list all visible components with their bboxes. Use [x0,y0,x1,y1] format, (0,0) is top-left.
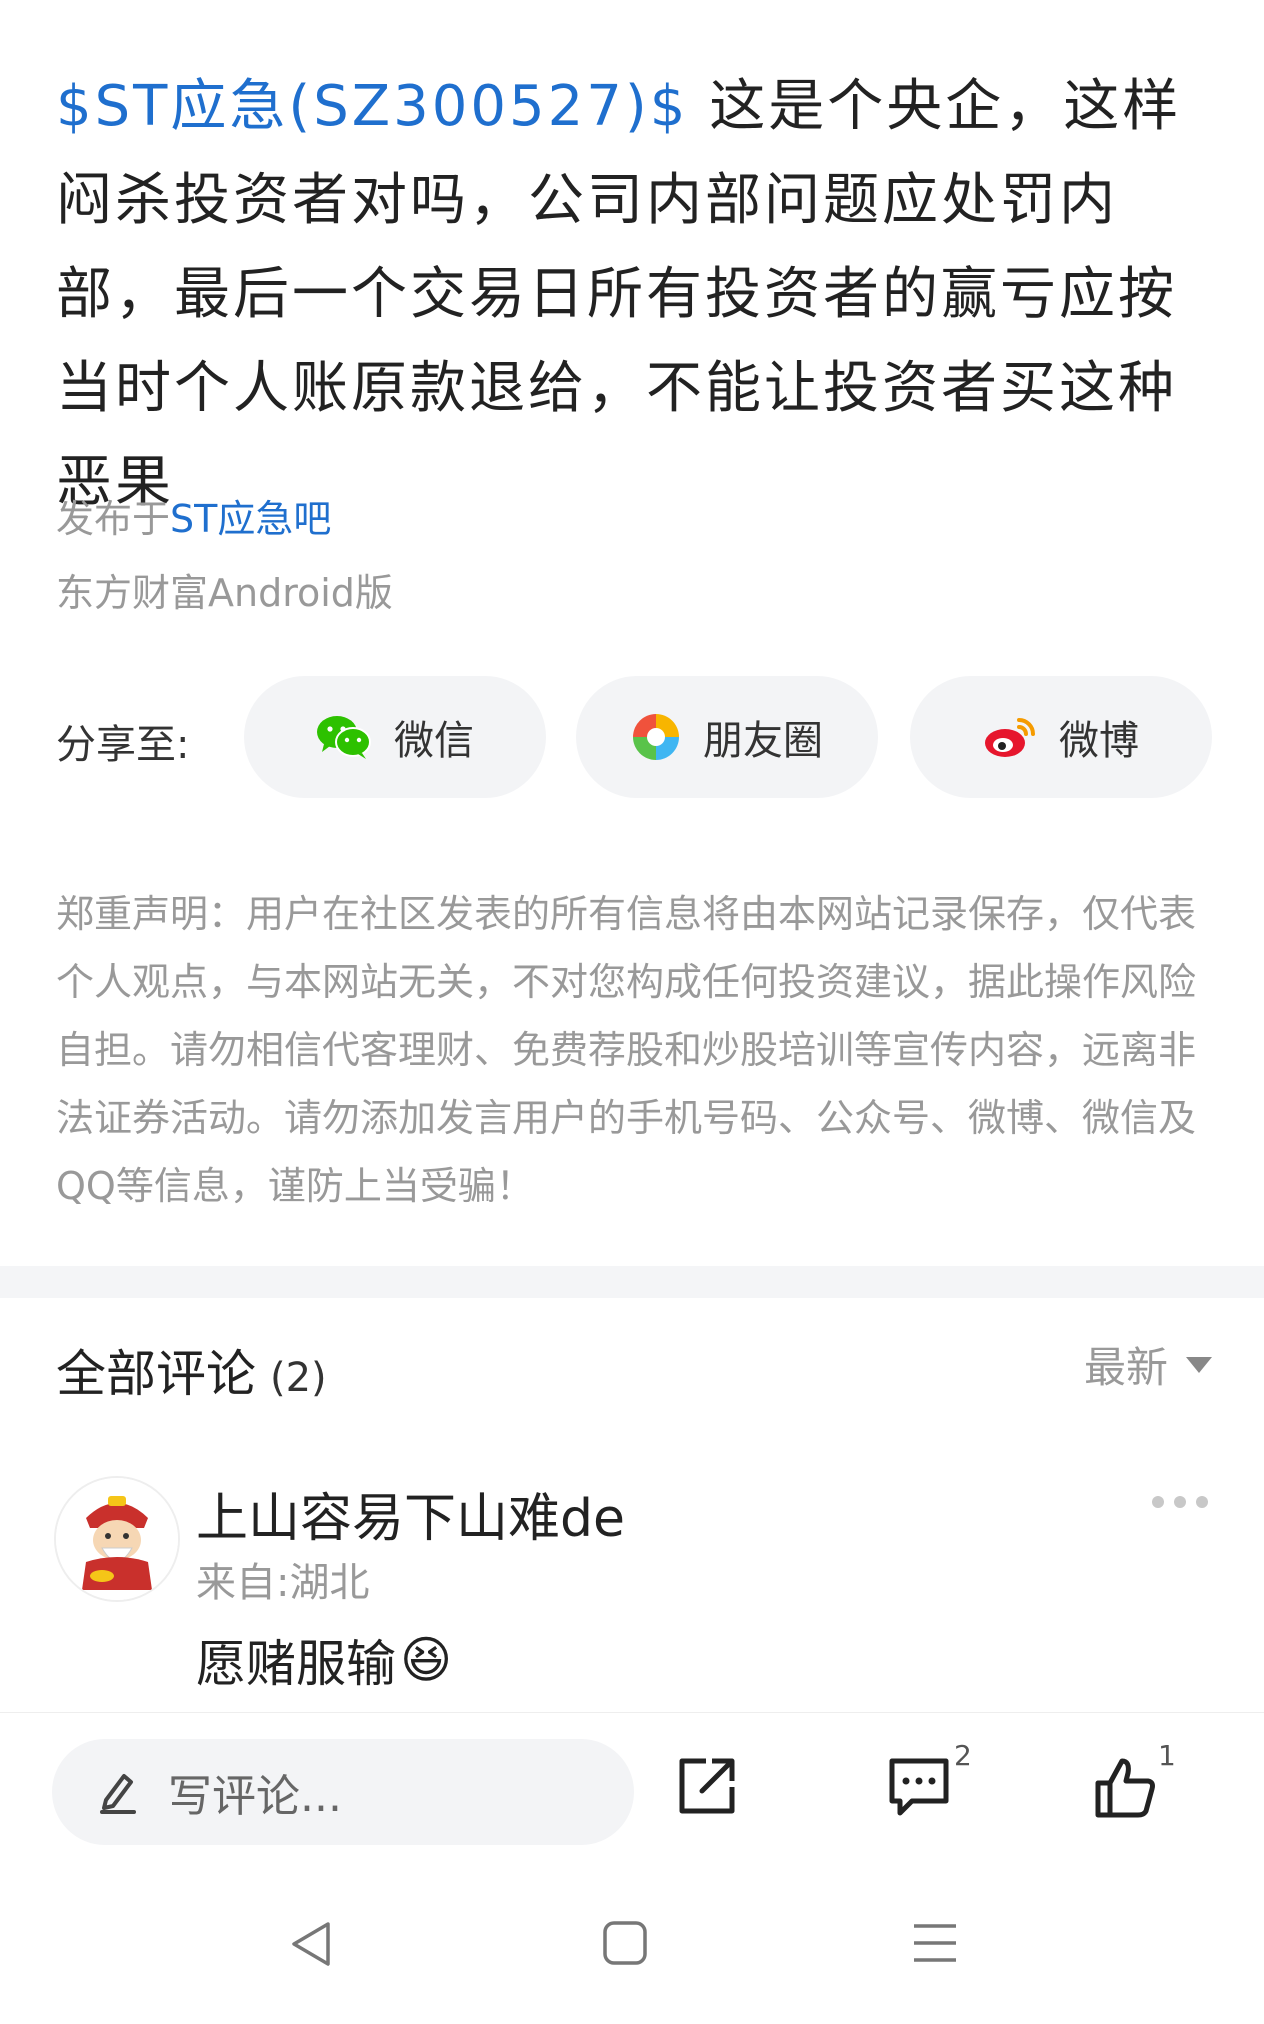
nav-home-button[interactable] [602,1920,648,1970]
comments-count: (2) [270,1355,327,1401]
share-weibo-label: 微博 [1059,718,1139,764]
menu-lines-icon [914,1924,956,1962]
share-wechat-label: 微信 [394,718,474,764]
comment-count-badge: 2 [954,1739,972,1772]
share-button[interactable] [676,1755,738,1821]
home-square-icon [603,1921,647,1965]
sort-label: 最新 [1083,1343,1168,1392]
comment-bubble-icon [889,1758,949,1816]
write-comment-placeholder: 写评论... [168,1771,342,1822]
bar-link[interactable]: ST应急吧 [170,497,331,541]
system-nav-bar [0,1864,1264,2024]
post-client: 东方财富Android版 [56,571,393,615]
comment-username[interactable]: 上山容易下山难de [196,1476,625,1551]
avatar[interactable] [54,1476,180,1602]
share-moments-button[interactable]: 朋友圈 [576,676,878,798]
share-weibo-button[interactable]: 微博 [910,676,1212,798]
stock-tag-link[interactable]: $ST应急(SZ300527)$ [56,74,688,139]
moments-icon [633,714,679,760]
nav-back-button[interactable] [288,1920,334,1972]
share-wechat-button[interactable]: 微信 [244,676,546,798]
wechat-icon [317,716,371,759]
post-content: $ST应急(SZ300527)$ 这是个央企，这样闷杀投资者对吗，公司内部问题应… [56,60,1216,530]
write-comment-input[interactable]: 写评论... [52,1739,634,1845]
pencil-icon [100,1774,136,1814]
laughing-emoji-icon: 😆 [400,1631,453,1689]
bottom-action-bar: 写评论... 2 1 [0,1712,1264,1865]
comments-button[interactable] [886,1755,952,1821]
comments-header: 全部评论 (2) [56,1334,327,1406]
disclaimer-text: 郑重声明：用户在社区发表的所有信息将由本网站记录保存，仅代表个人观点，与本网站无… [56,892,1197,1208]
like-count-badge: 1 [1158,1739,1176,1772]
published-prefix: 发布于 [56,497,171,541]
comment-text: 愿赌服输 😆 [196,1624,452,1696]
share-moments-label: 朋友圈 [703,718,823,764]
thumbs-up-icon [1095,1758,1155,1818]
comment-location: 来自:湖北 [196,1560,370,1606]
caret-down-icon [1186,1356,1212,1373]
weibo-icon [985,718,1035,757]
like-button[interactable] [1092,1755,1156,1823]
nav-menu-button[interactable] [912,1920,958,1970]
god-of-wealth-avatar-icon [56,1478,178,1600]
comments-title: 全部评论 [56,1345,256,1403]
section-divider [0,1266,1264,1298]
more-options-icon[interactable] [1152,1496,1208,1508]
post-meta-published: 发布于ST应急吧 [56,488,331,543]
share-label: 分享至: [56,722,190,768]
comment-body: 愿赌服输 [196,1635,396,1693]
share-out-icon [679,1758,735,1814]
post-body: 这是个央企，这样闷杀投资者对吗，公司内部问题应处罚内部，最后一个交易日所有投资者… [56,74,1182,515]
sort-dropdown[interactable]: 最新 [1084,1334,1212,1395]
back-triangle-icon [292,1922,330,1966]
